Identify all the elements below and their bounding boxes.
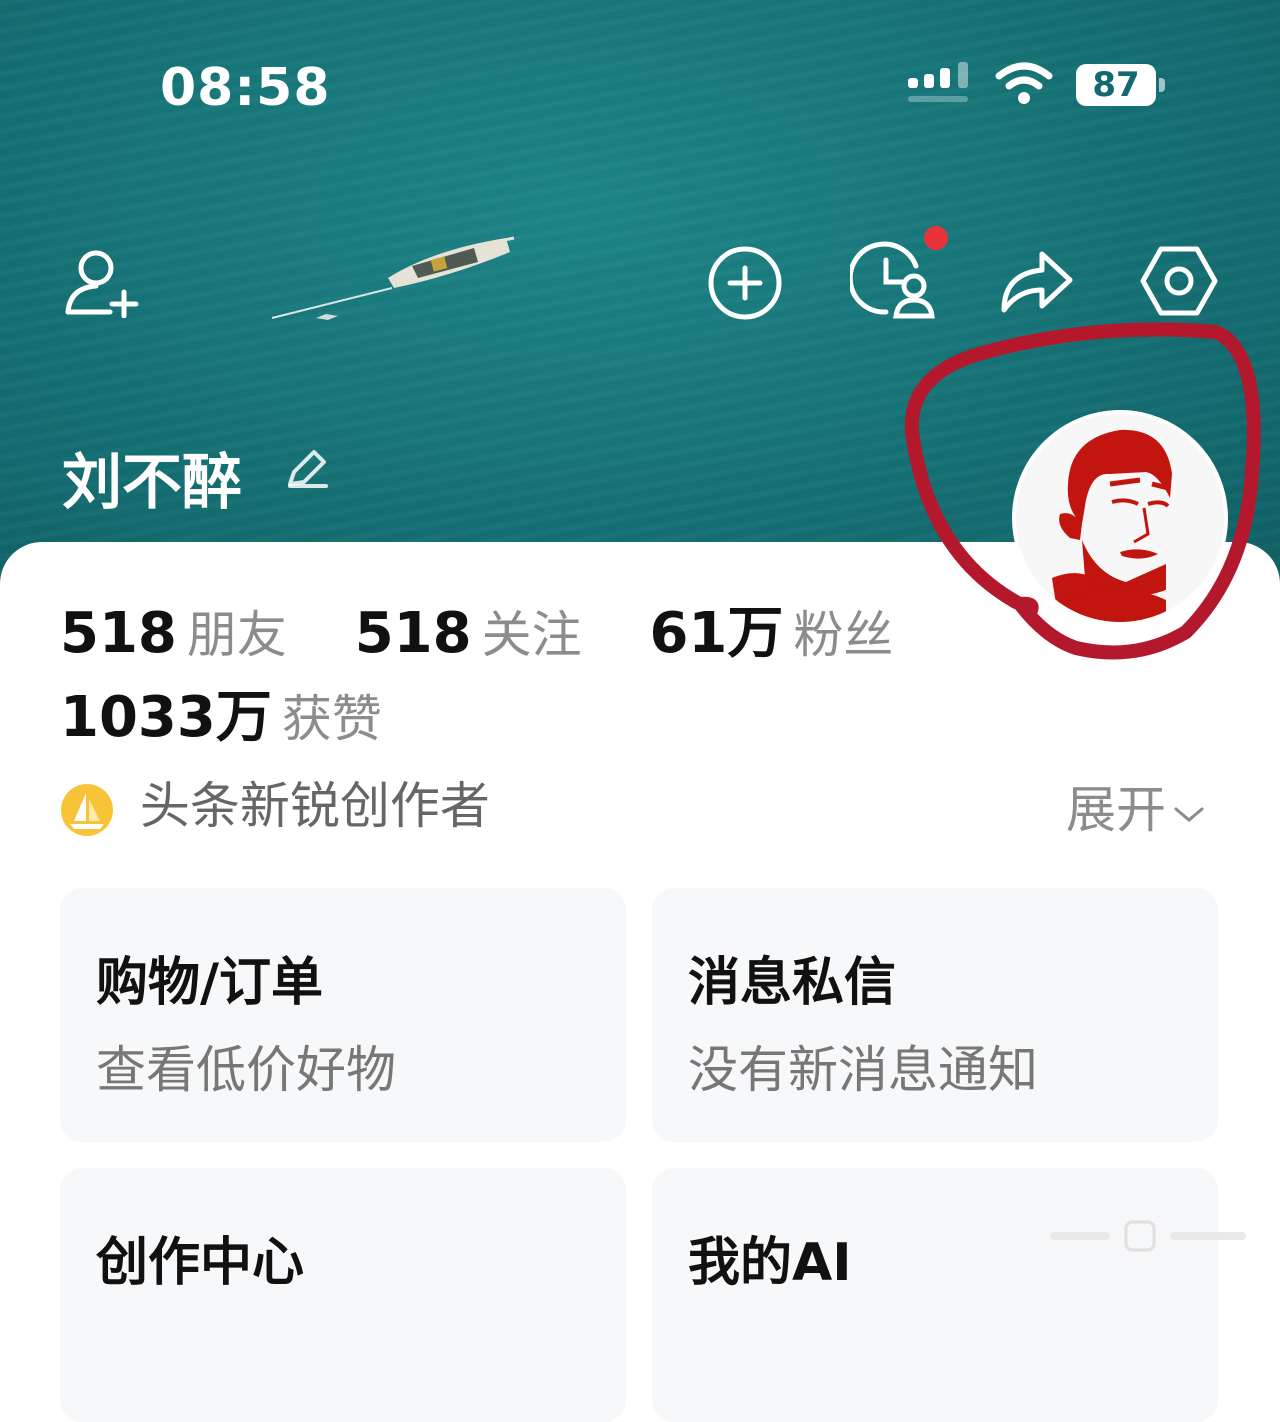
tile-my-ai[interactable]: 我的AI	[652, 1168, 1218, 1422]
notification-dot	[924, 226, 948, 250]
stat-following[interactable]: 518 关注	[355, 595, 582, 667]
stat-followers[interactable]: 61万 粉丝	[649, 588, 893, 669]
expand-button[interactable]: 展开	[1066, 770, 1206, 842]
stat-friends[interactable]: 518 朋友	[60, 595, 287, 667]
battery-indicator: 87	[1076, 64, 1168, 108]
username[interactable]: 刘不醉	[62, 434, 242, 521]
creator-badge[interactable]: 头条新锐创作者	[60, 766, 490, 836]
signal-icon	[908, 62, 968, 102]
battery-level: 87	[1076, 64, 1156, 106]
settings-icon[interactable]	[1140, 242, 1218, 320]
status-time: 08:58	[160, 58, 331, 118]
tile-messages[interactable]: 消息私信 没有新消息通知	[652, 888, 1218, 1142]
stats-row: 518 朋友 518 关注 61万 粉丝	[60, 588, 943, 669]
creator-badge-label: 头条新锐创作者	[139, 777, 490, 835]
tile-creator-center[interactable]: 创作中心	[60, 1168, 626, 1422]
sailboat-badge-icon	[61, 783, 113, 836]
chevron-down-icon	[1174, 807, 1204, 822]
tile-title: 创作中心	[96, 1233, 305, 1293]
history-icon[interactable]	[850, 224, 950, 322]
wifi-icon	[995, 62, 1053, 104]
watermark-logo	[1050, 1220, 1246, 1252]
tile-subtitle: 没有新消息通知	[688, 1041, 1038, 1099]
tile-title: 消息私信	[688, 953, 897, 1013]
annotation-circle	[904, 322, 1261, 660]
tile-title: 购物/订单	[96, 953, 323, 1013]
boat-image	[271, 236, 515, 320]
tile-subtitle: 查看低价好物	[96, 1041, 396, 1099]
edit-icon[interactable]	[284, 446, 330, 490]
stat-likes[interactable]: 1033万 获赞	[60, 672, 382, 753]
tile-title: 我的AI	[688, 1233, 852, 1293]
plus-circle-icon[interactable]	[706, 244, 784, 322]
share-icon[interactable]	[998, 246, 1076, 314]
tile-shopping-orders[interactable]: 购物/订单 查看低价好物	[60, 888, 626, 1142]
stats-row-likes: 1033万 获赞	[60, 672, 432, 753]
expand-label: 展开	[1066, 781, 1166, 839]
add-friend-icon[interactable]	[62, 246, 142, 318]
